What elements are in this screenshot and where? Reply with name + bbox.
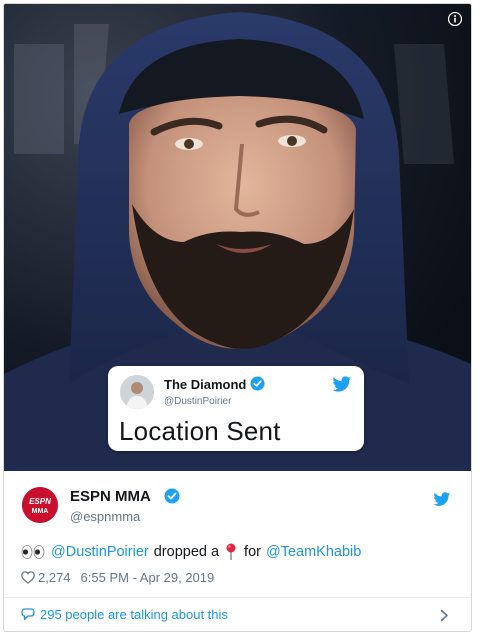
mention-link[interactable]: @DustinPoirier [51,544,149,560]
avatar-logo-bottom: MMA [32,508,49,515]
info-icon[interactable] [448,12,462,26]
conversation-link-text: 295 people are talking about this [40,607,228,622]
like-count[interactable]: 2,274 [38,570,71,585]
quoted-tweet-text: Location Sent [119,416,281,446]
tweet-body: ESPN MMA ESPN MMA @espnmma @DustinPoirie… [4,471,471,631]
divider [4,597,471,598]
twitter-bird-icon[interactable] [433,492,451,507]
twitter-bird-icon [332,376,352,392]
author-handle[interactable]: @espnmma [70,509,140,524]
speech-bubble-icon [21,608,35,621]
author-avatar[interactable]: ESPN MMA [22,487,58,523]
verified-badge-icon [250,376,265,391]
author-name[interactable]: ESPN MMA [70,488,151,505]
quoted-avatar [120,375,154,409]
tweet-text-after-pin: for [244,543,261,560]
tweet-meta: 2,274 6:55 PM - Apr 29, 2019 [21,570,214,585]
tweet-card[interactable]: The Diamond @DustinPoirier Location Sent… [3,3,472,632]
round-pushpin-emoji [226,543,236,560]
tweet-text-middle: dropped a [153,543,220,560]
chevron-right-icon[interactable] [440,609,449,622]
tweet-photo[interactable]: The Diamond @DustinPoirier Location Sent [4,4,471,471]
tweet-text: @DustinPoirier dropped a for @TeamKhabib [21,543,361,560]
quoted-tweet-overlay: The Diamond @DustinPoirier Location Sent [108,366,364,451]
tweet-timestamp[interactable]: 6:55 PM - Apr 29, 2019 [81,570,215,585]
avatar-logo-top: ESPN [29,497,51,506]
verified-badge-icon [164,488,180,504]
eyes-emoji [21,544,45,559]
quoted-author-handle: @DustinPoirier [164,396,232,407]
mention-link[interactable]: @TeamKhabib [266,544,361,560]
quoted-author-name: The Diamond [164,377,247,392]
heart-icon[interactable] [21,571,35,584]
conversation-link[interactable]: 295 people are talking about this [21,607,228,622]
